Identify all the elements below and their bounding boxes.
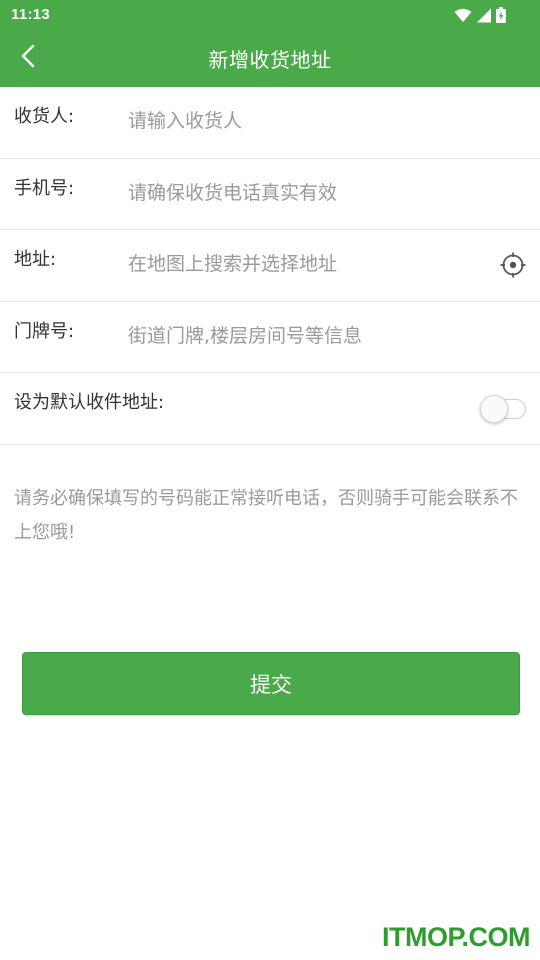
- address-row: 地址:: [0, 230, 540, 302]
- default-address-toggle[interactable]: [480, 395, 526, 423]
- screen: 11:13 新增收货地址 收货人: 请输入收货人 手机号: 请确保收货电话真实有…: [0, 0, 540, 960]
- wifi-icon: [454, 8, 472, 23]
- notice-text: 请务必确保填写的号码能正常接听电话，否则骑手可能会联系不上您哦!: [14, 488, 518, 543]
- phone-input[interactable]: [128, 174, 488, 211]
- recipient-input[interactable]: [128, 103, 488, 139]
- submit-button[interactable]: 提交: [22, 652, 520, 715]
- status-bar: 11:13: [0, 0, 540, 30]
- locate-target-icon[interactable]: [500, 252, 526, 278]
- door-number-label: 门牌号:: [14, 320, 75, 342]
- watermark: ITMOP.COM: [381, 922, 531, 952]
- status-time: 11:13: [11, 6, 51, 23]
- battery-charging-icon: [496, 7, 506, 23]
- phone-row: 手机号:: [0, 159, 540, 230]
- recipient-label: 收货人:: [14, 106, 75, 127]
- address-label: 地址:: [14, 249, 57, 270]
- default-address-label: 设为默认收件地址:: [14, 392, 165, 413]
- door-number-input[interactable]: [128, 317, 488, 354]
- address-form: 收货人: 手机号: 地址: 门牌号:: [0, 87, 540, 445]
- door-number-row: 门牌号:: [0, 302, 540, 373]
- default-address-row: 设为默认收件地址:: [0, 373, 540, 445]
- status-icons: [454, 7, 506, 23]
- app-bar: 新增收货地址: [0, 30, 540, 87]
- page-title: 新增收货地址: [208, 48, 332, 72]
- recipient-row: 收货人:: [0, 87, 540, 159]
- cell-signal-icon: [476, 8, 492, 23]
- address-input[interactable]: [128, 246, 488, 282]
- toggle-knob: [480, 395, 508, 423]
- phone-label: 手机号:: [14, 177, 75, 199]
